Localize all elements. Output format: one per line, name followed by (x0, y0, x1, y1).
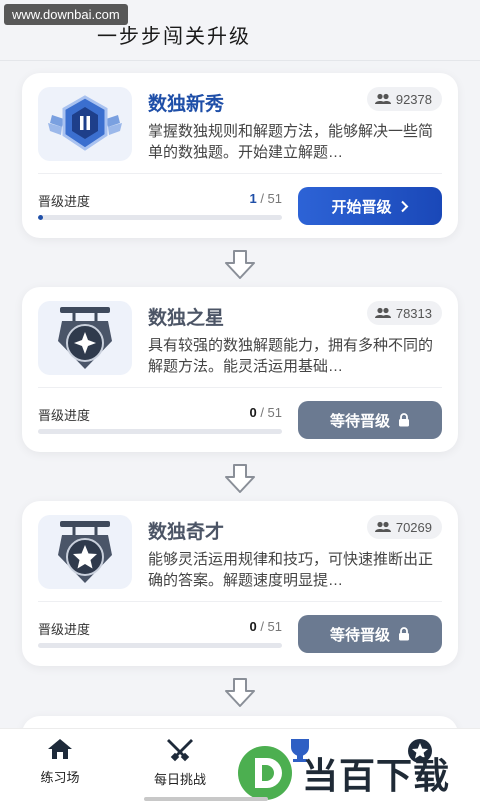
progress-fill (38, 215, 43, 220)
header-divider (0, 60, 480, 61)
level-description: 能够灵活运用规律和技巧，可快速推断出正确的答案。解题速度明显提… (148, 551, 434, 589)
down-arrow-icon (222, 248, 258, 282)
progress-bar (38, 643, 282, 648)
shield-wings-icon (48, 95, 122, 151)
button-label: 开始晋级 (331, 198, 392, 216)
card-divider (38, 173, 442, 174)
level-description: 掌握数独规则和解题方法，能够解决一些简单的数独题。开始建立解题… (148, 123, 434, 161)
button-label: 等待晋级 (329, 412, 390, 430)
people-icon (374, 521, 391, 532)
down-arrow-icon (222, 676, 258, 710)
level-card-1: 数独新秀 92378 掌握数独规则和解题方法，能够解决一些简单的数独题。开始建立… (22, 73, 458, 238)
progress-total: / 51 (260, 619, 282, 634)
progress-current: 1 (249, 191, 257, 206)
progress-label: 晋级进度 (38, 622, 91, 637)
progress-label: 晋级进度 (38, 408, 91, 423)
progress-current: 0 (249, 619, 257, 634)
lock-icon (399, 413, 409, 427)
progress-current: 0 (249, 405, 257, 420)
player-count-value: 78313 (395, 305, 432, 321)
tab-label: 练习场 (40, 770, 80, 785)
level-title: 数独之星 (148, 308, 225, 329)
watermark-d-logo-icon (238, 746, 292, 800)
progress-value: 0 / 51 (192, 405, 282, 420)
tab-daily-challenge[interactable]: 每日挑战 (132, 737, 228, 788)
tab-practice[interactable]: 练习场 (12, 737, 108, 786)
start-promotion-button[interactable]: 开始晋级 (298, 187, 442, 225)
crossed-swords-icon (167, 739, 193, 762)
progress-bar (38, 429, 282, 434)
hanging-shield-star-icon (58, 521, 112, 583)
watermark-logo: 当百下载 (236, 742, 480, 804)
level-title: 数独新秀 (148, 94, 225, 115)
player-count-value: 70269 (395, 519, 432, 535)
chevron-right-icon (400, 200, 408, 212)
level-card-3: 数独奇才 70269 能够灵活运用规律和技巧，可快速推断出正确的答案。解题速度明… (22, 501, 458, 666)
level-badge (38, 515, 132, 589)
level-title: 数独奇才 (148, 522, 225, 543)
progress-value: 1 / 51 (192, 191, 282, 206)
player-count: 78313 (366, 301, 442, 325)
lock-icon (399, 627, 409, 641)
home-indicator (144, 797, 268, 801)
people-icon (374, 93, 391, 104)
hanging-shield-star-icon (58, 307, 112, 369)
level-card-2: 数独之星 78313 具有较强的数独解题能力，拥有多种不同的解题方法。能灵活运用… (22, 287, 458, 452)
card-divider (38, 387, 442, 388)
await-promotion-button[interactable]: 等待晋级 (298, 615, 442, 653)
await-promotion-button[interactable]: 等待晋级 (298, 401, 442, 439)
level-badge (38, 301, 132, 375)
progress-value: 0 / 51 (192, 619, 282, 634)
down-arrow-icon (222, 462, 258, 496)
progress-total: / 51 (260, 191, 282, 206)
level-badge (38, 87, 132, 161)
button-label: 等待晋级 (329, 626, 390, 644)
progress-bar (38, 215, 282, 220)
home-icon (48, 739, 72, 759)
tab-label: 每日挑战 (153, 772, 206, 787)
progress-label: 晋级进度 (38, 194, 91, 209)
player-count: 70269 (366, 515, 442, 539)
card-divider (38, 601, 442, 602)
watermark-logo-text: 当百下载 (302, 755, 451, 796)
player-count: 92378 (366, 87, 442, 111)
people-icon (374, 307, 391, 318)
level-description: 具有较强的数独解题能力，拥有多种不同的解题方法。能灵活运用基础… (148, 337, 434, 375)
progress-total: / 51 (260, 405, 282, 420)
watermark-url: www.downbai.com (4, 4, 128, 25)
player-count-value: 92378 (395, 91, 432, 107)
